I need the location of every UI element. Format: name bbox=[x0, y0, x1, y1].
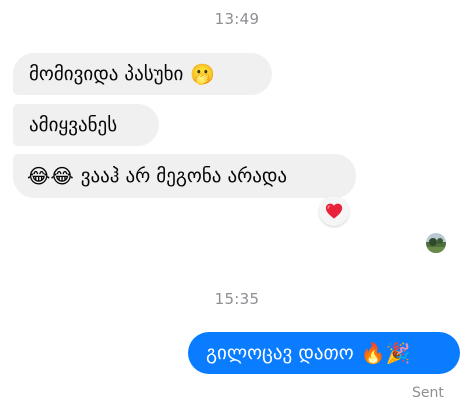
message-reaction[interactable] bbox=[319, 196, 349, 226]
incoming-message[interactable]: ამიყვანეს bbox=[13, 104, 159, 146]
timestamp: 13:49 bbox=[214, 10, 260, 28]
message-text: მომივიდა პასუხი bbox=[29, 63, 184, 85]
outgoing-message[interactable]: გილოცავ დათო 🔥🎉 bbox=[188, 332, 460, 374]
heart-icon bbox=[325, 203, 343, 219]
tears-of-joy-icon: 😂😂 bbox=[27, 164, 74, 188]
sent-status: Sent bbox=[412, 385, 444, 401]
avatar-read-receipt bbox=[426, 233, 446, 253]
message-text: ამიყვანეს bbox=[29, 114, 118, 136]
fire-icon: 🔥🎉 bbox=[360, 341, 411, 365]
face-with-hand-over-mouth-icon: 🫢 bbox=[190, 62, 216, 86]
message-text: გილოცავ დათო bbox=[206, 342, 354, 364]
timestamp: 15:35 bbox=[214, 290, 260, 308]
incoming-message[interactable]: 😂😂 ვააჰ არ მეგონა არადა bbox=[13, 154, 356, 198]
message-text: ვააჰ არ მეგონა არადა bbox=[80, 165, 288, 187]
incoming-message[interactable]: მომივიდა პასუხი 🫢 bbox=[13, 53, 272, 95]
